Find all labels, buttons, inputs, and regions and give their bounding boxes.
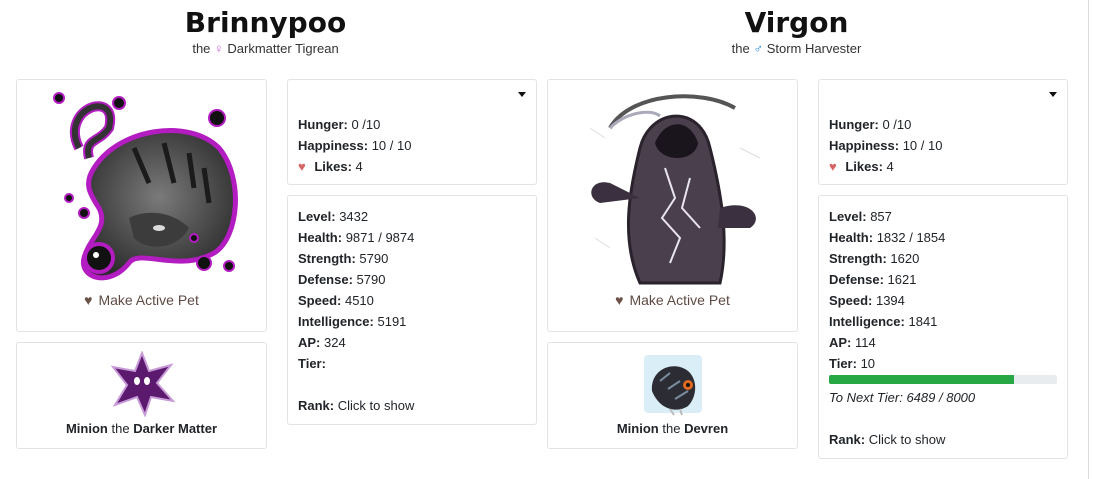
pet-image-card: ♥ Make Active Pet xyxy=(547,79,798,332)
tier-row: Tier: 10 xyxy=(829,356,876,371)
rank-click-to-show[interactable]: Rank: Click to show xyxy=(829,429,1057,450)
strength-row: Strength: 5790 xyxy=(298,251,389,266)
pet-species: Darkmatter Tigrean xyxy=(227,41,339,56)
minion-card[interactable]: Minion the Devren xyxy=(547,342,798,449)
page-scrollbar-edge xyxy=(1088,0,1089,479)
intelligence-row: Intelligence: 5191 xyxy=(298,314,407,329)
pet-species-line: the ♀ Darkmatter Tigrean xyxy=(192,41,339,56)
minion-label: Minion the Darker Matter xyxy=(65,421,218,436)
ap-row: AP: 324 xyxy=(298,335,346,350)
minion-name: Darker Matter xyxy=(133,421,218,436)
speed-row: Speed: 4510 xyxy=(298,293,374,308)
speed-row: Speed: 1394 xyxy=(829,293,905,308)
health-row: Health: 1832 / 1854 xyxy=(829,230,946,245)
minion-image xyxy=(644,355,702,416)
pet-name: Virgon xyxy=(744,6,849,39)
female-symbol-icon: ♀ xyxy=(214,41,224,56)
rank-click-to-show[interactable]: Rank: Click to show xyxy=(298,395,526,416)
make-active-pet-button[interactable]: ♥ Make Active Pet xyxy=(17,292,266,308)
pet-species-line: the ♂ Storm Harvester xyxy=(731,41,862,56)
pet-image xyxy=(53,92,238,281)
heart-icon: ♥ xyxy=(615,292,624,308)
defense-row: Defense: 1621 xyxy=(829,272,917,287)
heart-icon: ♥ xyxy=(829,159,837,174)
pet-image-card: ♥ Make Active Pet xyxy=(16,79,267,332)
happiness-row: Happiness: 10 / 10 xyxy=(829,138,943,153)
pet-stats-card: Level: 3432 Health: 9871 / 9874 Strength… xyxy=(287,195,537,425)
pet-column-1: Brinnypoo the ♀ Darkmatter Tigrean ♥ Mak… xyxy=(0,0,537,479)
heart-icon: ♥ xyxy=(298,159,306,174)
defense-row: Defense: 5790 xyxy=(298,272,386,287)
likes-row: ♥ Likes: 4 xyxy=(829,159,894,174)
make-active-pet-button[interactable]: ♥ Make Active Pet xyxy=(548,292,797,308)
pet-mood-card: Hunger: 0 /10 Happiness: 10 / 10 ♥ Likes… xyxy=(287,79,537,185)
pet-column-2: Virgon the ♂ Storm Harvester ♥ Make Activ… xyxy=(531,0,1068,479)
male-symbol-icon: ♂ xyxy=(753,41,764,56)
minion-name: Devren xyxy=(684,421,729,436)
hunger-row: Hunger: 0 /10 xyxy=(829,117,912,132)
tier-progress-fill xyxy=(829,375,1014,384)
hunger-row: Hunger: 0 /10 xyxy=(298,117,381,132)
level-row: Level: 857 xyxy=(829,209,892,224)
pet-species: Storm Harvester xyxy=(766,41,862,56)
intelligence-row: Intelligence: 1841 xyxy=(829,314,938,329)
tier-progress-bar xyxy=(829,375,1057,384)
next-tier-row: To Next Tier: 6489 / 8000 xyxy=(829,390,976,405)
strength-row: Strength: 1620 xyxy=(829,251,920,266)
minion-label: Minion the Devren xyxy=(616,421,729,436)
minion-image xyxy=(110,351,175,417)
likes-row: ♥ Likes: 4 xyxy=(298,159,363,174)
ap-row: AP: 114 xyxy=(829,335,876,350)
tier-row: Tier: xyxy=(298,356,326,371)
pet-stats-card: Level: 857 Health: 1832 / 1854 Strength:… xyxy=(818,195,1068,459)
happiness-row: Happiness: 10 / 10 xyxy=(298,138,412,153)
level-row: Level: 3432 xyxy=(298,209,369,224)
caret-down-icon[interactable] xyxy=(518,92,526,97)
minion-card[interactable]: Minion the Darker Matter xyxy=(16,342,267,449)
caret-down-icon[interactable] xyxy=(1049,92,1057,97)
pet-mood-card: Hunger: 0 /10 Happiness: 10 / 10 ♥ Likes… xyxy=(818,79,1068,185)
pet-image xyxy=(589,94,761,285)
pet-name: Brinnypoo xyxy=(184,6,347,39)
health-row: Health: 9871 / 9874 xyxy=(298,230,415,245)
heart-icon: ♥ xyxy=(84,292,93,308)
